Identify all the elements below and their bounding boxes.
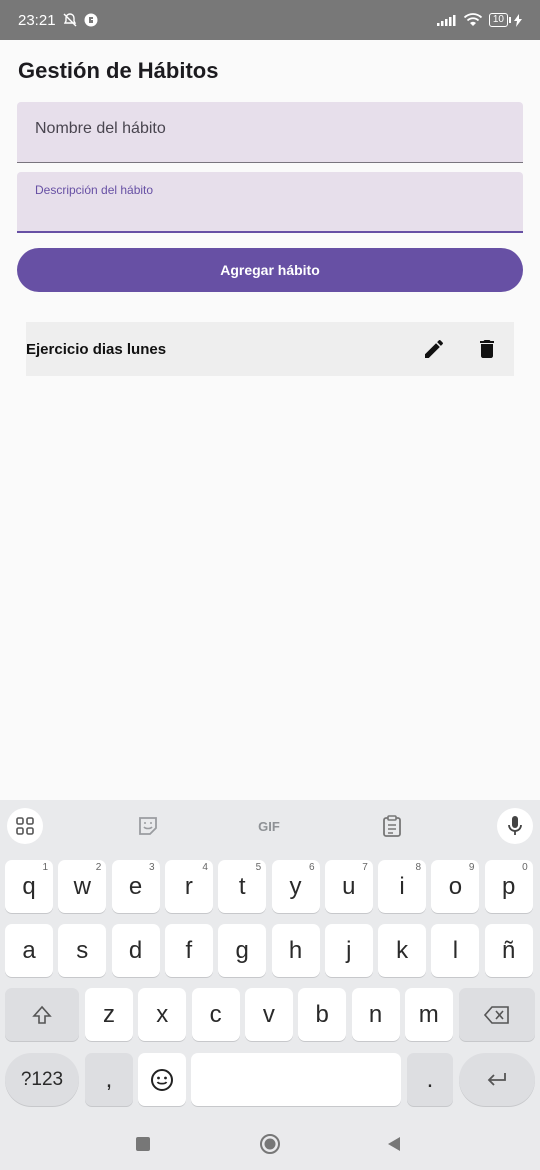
delete-icon[interactable] — [475, 337, 499, 361]
key-number-hint: 1 — [42, 862, 48, 873]
key-e[interactable]: e3 — [111, 860, 160, 913]
habit-description-label: Descripción del hábito — [35, 183, 154, 197]
key-ñ[interactable]: ñ — [484, 924, 533, 977]
habit-name-field[interactable] — [17, 102, 523, 163]
key-x[interactable]: x — [138, 988, 187, 1041]
keyboard-toolbar: GIF — [0, 800, 540, 850]
key-k[interactable]: k — [378, 924, 427, 977]
key-t[interactable]: t5 — [218, 860, 267, 913]
key-n[interactable]: n — [351, 988, 400, 1041]
numbers-key[interactable]: ?123 — [5, 1053, 79, 1106]
clipboard-icon[interactable] — [374, 808, 410, 844]
charging-icon — [514, 13, 522, 27]
key-a[interactable]: a — [5, 924, 53, 977]
key-number-hint: 2 — [95, 862, 102, 873]
soft-keyboard: GIF ?123 , . q1w2e3r4t5y6u7i8o9p0asdfghj… — [0, 800, 540, 1170]
key-number-hint: 8 — [415, 862, 422, 873]
key-w[interactable]: w2 — [58, 860, 107, 913]
key-number-hint: 6 — [308, 862, 315, 873]
add-habit-button[interactable]: Agregar hábito — [17, 248, 523, 292]
key-g[interactable]: g — [218, 924, 267, 977]
key-r[interactable]: r4 — [164, 860, 213, 913]
app-notification-icon — [84, 13, 98, 27]
key-m[interactable]: m — [404, 988, 453, 1041]
key-number-hint: 3 — [149, 862, 155, 873]
key-number-hint: 9 — [468, 862, 475, 873]
key-v[interactable]: v — [244, 988, 293, 1041]
spacebar-key[interactable] — [191, 1053, 401, 1106]
key-d[interactable]: d — [111, 924, 160, 977]
key-h[interactable]: h — [271, 924, 320, 977]
key-number-hint: 0 — [522, 862, 528, 873]
key-f[interactable]: f — [164, 924, 213, 977]
key-label: q — [22, 872, 36, 900]
key-q[interactable]: q1 — [5, 860, 53, 913]
sticker-icon[interactable] — [130, 808, 166, 844]
habit-description-field[interactable]: Descripción del hábito — [17, 172, 523, 233]
key-z[interactable]: z — [85, 988, 133, 1041]
back-icon[interactable] — [386, 1136, 402, 1152]
bell-off-icon — [63, 13, 77, 27]
key-number-hint: 4 — [202, 862, 208, 873]
home-icon[interactable] — [259, 1133, 281, 1155]
gif-icon[interactable]: GIF — [251, 808, 287, 844]
edit-icon[interactable] — [422, 337, 446, 361]
shift-key[interactable] — [5, 988, 79, 1041]
apps-grid-icon[interactable] — [7, 808, 43, 844]
battery-icon: 10 — [488, 13, 512, 27]
key-o[interactable]: o9 — [431, 860, 480, 913]
key-label: o — [448, 872, 463, 900]
period-key[interactable]: . — [407, 1053, 453, 1106]
habit-name-input[interactable] — [35, 120, 495, 138]
key-c[interactable]: c — [191, 988, 240, 1041]
key-label: w — [73, 872, 91, 900]
status-bar: 23:21 10 — [0, 0, 540, 40]
backspace-key[interactable] — [459, 988, 535, 1041]
key-s[interactable]: s — [58, 924, 107, 977]
recent-apps-icon[interactable] — [136, 1137, 150, 1151]
enter-key[interactable] — [459, 1053, 535, 1106]
navigation-bar — [0, 1120, 540, 1170]
key-b[interactable]: b — [298, 988, 347, 1041]
habit-name: Ejercicio dias lunes — [26, 340, 167, 358]
key-label: r — [184, 872, 193, 900]
wifi-icon — [463, 13, 483, 26]
key-label: p — [502, 872, 516, 900]
clock: 23:21 — [18, 11, 56, 29]
key-p[interactable]: p0 — [484, 860, 533, 913]
key-i[interactable]: i8 — [378, 860, 427, 913]
emoji-key[interactable] — [138, 1053, 186, 1106]
key-l[interactable]: l — [431, 924, 480, 977]
key-label: t — [238, 872, 246, 900]
habit-list-item: Ejercicio dias lunes — [26, 322, 514, 376]
key-label: i — [399, 872, 405, 900]
key-label: u — [342, 872, 356, 900]
key-y[interactable]: y6 — [271, 860, 320, 913]
key-j[interactable]: j — [324, 924, 373, 977]
key-label: y — [289, 872, 302, 900]
key-label: e — [128, 872, 143, 900]
key-number-hint: 5 — [255, 862, 262, 873]
key-u[interactable]: u7 — [324, 860, 373, 913]
emoji-icon — [151, 1068, 173, 1091]
page-title: Gestión de Hábitos — [18, 58, 219, 83]
habit-description-input[interactable] — [35, 202, 495, 220]
microphone-icon[interactable] — [497, 808, 533, 844]
comma-key[interactable]: , — [85, 1053, 133, 1106]
key-number-hint: 7 — [362, 862, 368, 873]
signal-icon — [436, 15, 456, 26]
